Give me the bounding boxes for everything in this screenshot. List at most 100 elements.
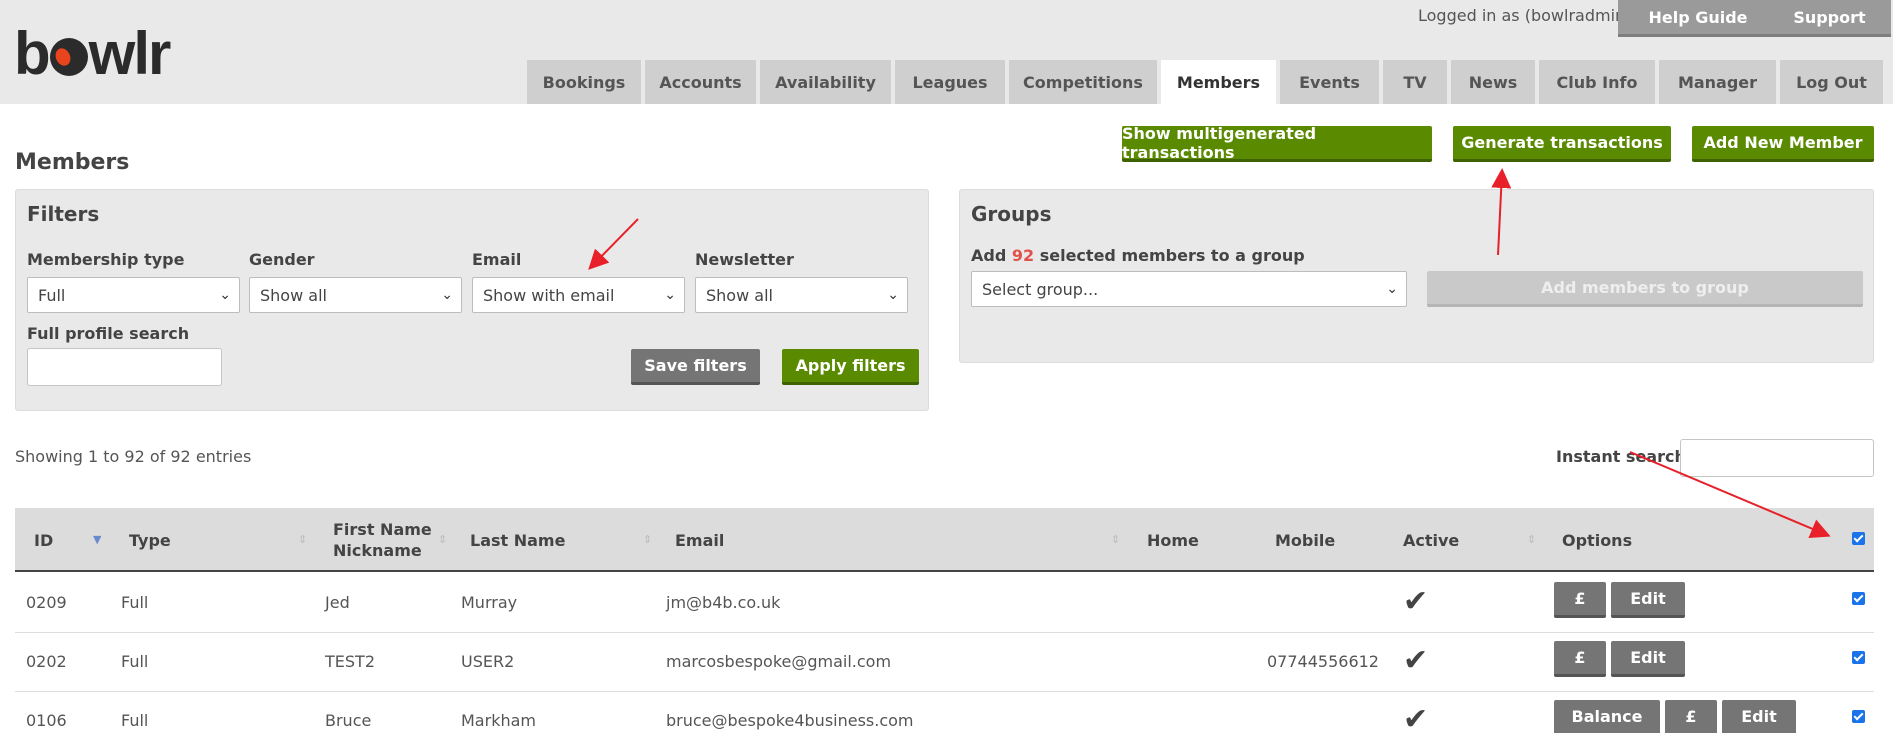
select-group-dropdown[interactable]: Select group... ⌄ [971, 271, 1407, 307]
table-row: 0209 Full Jed Murray jm@b4b.co.uk ✔ £ Ed… [15, 574, 1874, 633]
col-last-name[interactable]: Last Name [470, 531, 565, 550]
newsletter-select[interactable]: Show all ⌄ [695, 277, 908, 313]
tab-bookings[interactable]: Bookings [527, 60, 641, 104]
cell-type: Full [121, 593, 149, 612]
groups-title: Groups [971, 202, 1052, 226]
show-multigenerated-transactions-button[interactable]: Show multigenerated transactions [1122, 124, 1432, 162]
chevron-down-icon: ⌄ [441, 287, 453, 303]
gender-select[interactable]: Show all ⌄ [249, 277, 462, 313]
row-checkbox[interactable] [1852, 651, 1865, 664]
full-profile-search-input[interactable] [27, 348, 222, 386]
cell-first-name: Bruce [325, 711, 372, 730]
col-mobile[interactable]: Mobile [1275, 531, 1335, 550]
page-title: Members [15, 150, 130, 175]
bowling-ball-icon [49, 38, 88, 76]
generate-transactions-button[interactable]: Generate transactions [1453, 126, 1671, 162]
tab-log-out[interactable]: Log Out [1780, 60, 1883, 104]
cell-last-name: Markham [461, 711, 536, 730]
instant-search-label: Instant search: [1556, 447, 1693, 466]
sort-icon[interactable]: ⇕ [298, 533, 307, 546]
pound-button[interactable]: £ [1665, 700, 1717, 733]
col-home[interactable]: Home [1147, 531, 1199, 550]
select-group-value: Select group... [982, 279, 1099, 299]
membership-type-value: Full [38, 285, 66, 305]
support-button[interactable]: Support [1768, 0, 1891, 37]
cell-id: 0209 [26, 593, 67, 612]
col-email[interactable]: Email [675, 531, 724, 550]
tab-events[interactable]: Events [1280, 60, 1379, 104]
sort-icon[interactable]: ⇕ [643, 533, 652, 546]
save-filters-button[interactable]: Save filters [631, 349, 760, 385]
balance-button[interactable]: Balance [1554, 700, 1660, 733]
sort-desc-icon[interactable]: ▼ [93, 533, 101, 546]
full-profile-search-label: Full profile search [27, 324, 190, 343]
groups-panel: Groups Add 92 selected members to a grou… [959, 189, 1874, 363]
sort-icon[interactable]: ⇕ [1527, 533, 1536, 546]
chevron-down-icon: ⌄ [887, 287, 899, 303]
apply-filters-button[interactable]: Apply filters [782, 349, 919, 385]
bowlr-logo[interactable]: b wlr [14, 24, 171, 84]
gender-label: Gender [249, 250, 315, 269]
sort-icon[interactable]: ⇕ [1111, 533, 1120, 546]
cell-type: Full [121, 652, 149, 671]
table-row: 0106 Full Bruce Markham bruce@bespoke4bu… [15, 692, 1874, 733]
col-type[interactable]: Type [129, 531, 171, 550]
cell-type: Full [121, 711, 149, 730]
active-check-icon: ✔ [1403, 702, 1429, 733]
membership-type-select[interactable]: Full ⌄ [27, 277, 240, 313]
edit-button[interactable]: Edit [1722, 700, 1796, 733]
cell-id: 0106 [26, 711, 67, 730]
newsletter-value: Show all [706, 285, 773, 305]
col-active[interactable]: Active [1403, 531, 1459, 550]
tab-tv[interactable]: TV [1383, 60, 1447, 104]
email-filter-select[interactable]: Show with email ⌄ [472, 277, 685, 313]
row-checkbox[interactable] [1852, 710, 1865, 723]
tab-members[interactable]: Members [1161, 60, 1276, 104]
cell-id: 0202 [26, 652, 67, 671]
edit-button[interactable]: Edit [1611, 641, 1685, 677]
instant-search-input[interactable] [1680, 439, 1874, 477]
edit-button[interactable]: Edit [1611, 582, 1685, 618]
help-guide-button[interactable]: Help Guide [1618, 0, 1778, 37]
pound-button[interactable]: £ [1554, 582, 1606, 618]
tab-leagues[interactable]: Leagues [895, 60, 1005, 104]
tab-news[interactable]: News [1451, 60, 1535, 104]
col-first-name[interactable]: First Name [333, 520, 432, 539]
active-check-icon: ✔ [1403, 584, 1429, 619]
entries-count-text: Showing 1 to 92 of 92 entries [15, 447, 252, 466]
tab-manager[interactable]: Manager [1659, 60, 1776, 104]
cell-mobile: 07744556612 [1267, 652, 1379, 671]
row-checkbox[interactable] [1852, 592, 1865, 605]
chevron-down-icon: ⌄ [664, 287, 676, 303]
cell-last-name: Murray [461, 593, 518, 612]
main-nav: Bookings Accounts Availability Leagues C… [527, 60, 1883, 104]
pound-button[interactable]: £ [1554, 641, 1606, 677]
filters-panel: Filters Membership type Full ⌄ Gender Sh… [15, 189, 929, 411]
sort-icon[interactable]: ⇕ [438, 533, 447, 546]
add-members-to-group-button[interactable]: Add members to group [1427, 271, 1863, 307]
tab-club-info[interactable]: Club Info [1539, 60, 1655, 104]
add-suffix: selected members to a group [1039, 246, 1305, 265]
cell-email: bruce@bespoke4business.com [666, 711, 914, 730]
col-id[interactable]: ID [34, 531, 53, 550]
gender-value: Show all [260, 285, 327, 305]
add-to-group-label: Add 92 selected members to a group [971, 246, 1305, 265]
col-nickname[interactable]: Nickname [333, 541, 422, 560]
cell-last-name: USER2 [461, 652, 515, 671]
add-new-member-button[interactable]: Add New Member [1692, 126, 1874, 162]
tab-accounts[interactable]: Accounts [645, 60, 756, 104]
logged-in-text: Logged in as (bowlradmin) [1418, 6, 1632, 25]
select-all-checkbox[interactable] [1852, 532, 1865, 545]
newsletter-label: Newsletter [695, 250, 794, 269]
selected-count: 92 [1011, 246, 1035, 265]
cell-email: marcosbespoke@gmail.com [666, 652, 892, 671]
tab-competitions[interactable]: Competitions [1009, 60, 1157, 104]
tab-availability[interactable]: Availability [760, 60, 891, 104]
chevron-down-icon: ⌄ [219, 287, 231, 303]
add-prefix: Add [971, 246, 1007, 265]
active-check-icon: ✔ [1403, 643, 1429, 678]
cell-email: jm@b4b.co.uk [666, 593, 781, 612]
cell-first-name: Jed [325, 593, 350, 612]
top-header: b wlr Logged in as (bowlradmin) Help Guid… [0, 0, 1893, 104]
col-options: Options [1562, 531, 1633, 550]
